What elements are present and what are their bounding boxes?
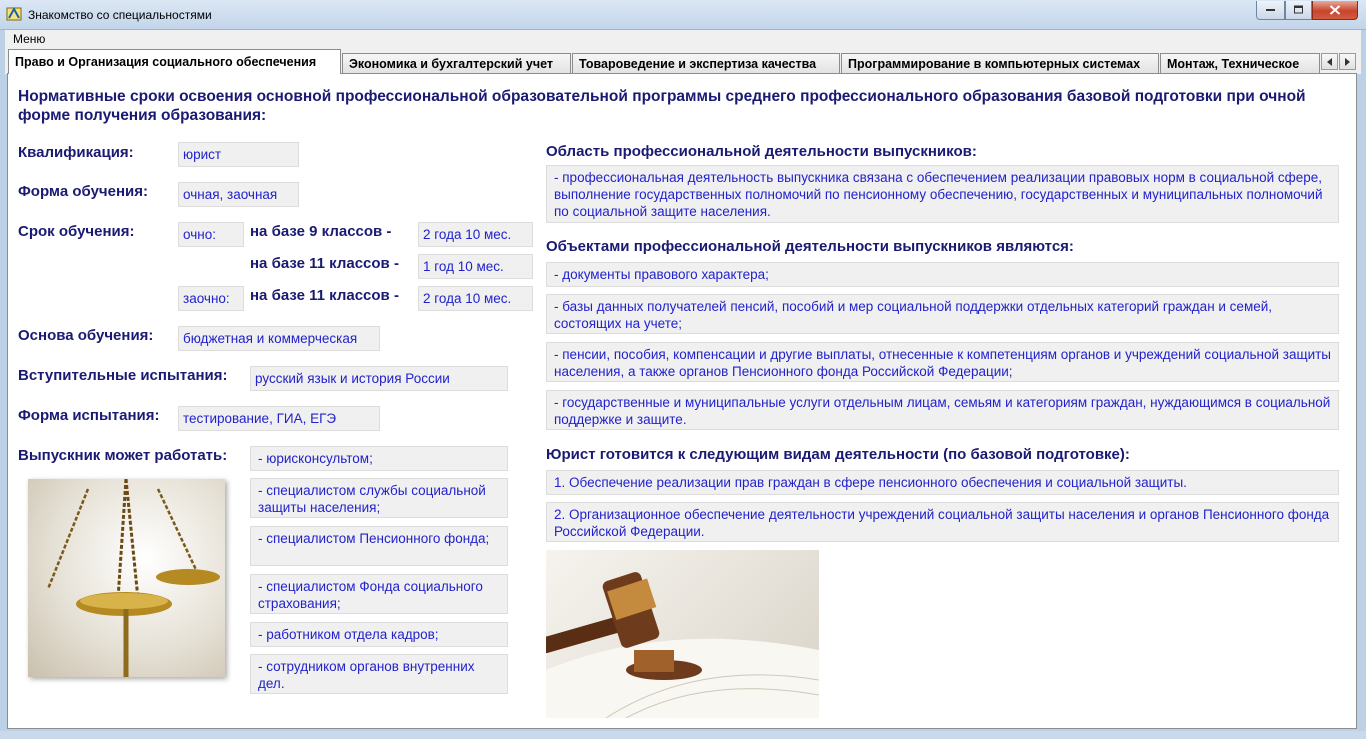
title-bar: Знакомство со специальностями [0, 0, 1366, 30]
tab-strip: Право и Организация социального обеспече… [5, 48, 1361, 74]
maximize-button[interactable] [1285, 1, 1312, 20]
menu-item-main[interactable]: Меню [13, 32, 45, 46]
study-form-label: Форма обучения: [18, 183, 148, 200]
gavel-image [546, 550, 819, 718]
tab-installation[interactable]: Монтаж, Техническое [1160, 53, 1320, 73]
status-bar [0, 731, 1366, 739]
scales-illustration [46, 479, 220, 677]
tab-merchandising[interactable]: Товароведение и экспертиза качества [572, 53, 840, 73]
activity-types-title: Юрист готовится к следующим видам деятел… [546, 446, 1130, 463]
activity-area-title: Область профессиональной деятельности вы… [546, 143, 977, 160]
job-item: - специалистом Фонда социального страхов… [250, 574, 508, 614]
entrance-exams-label: Вступительные испытания: [18, 367, 228, 384]
job-item: - специалистом службы социальной защиты … [250, 478, 508, 518]
exam-form-label: Форма испытания: [18, 407, 160, 424]
close-icon [1329, 5, 1341, 15]
study-basis-label: Основа обучения: [18, 327, 154, 344]
job-item: - сотрудником органов внутренних дел. [250, 654, 508, 694]
term-value-2: 1 год 10 мес. [418, 254, 533, 279]
graduate-jobs-label: Выпускник может работать: [18, 447, 228, 464]
menu-bar: Меню [5, 30, 1361, 48]
activity-objects-title: Объектами профессиональной деятельности … [546, 238, 1074, 255]
gavel-illustration [546, 572, 819, 718]
qualification-label: Квалификация: [18, 144, 134, 161]
activity-object-item: - документы правового характера; [546, 262, 1339, 287]
study-form-value: очная, заочная [178, 182, 299, 207]
page-heading: Нормативные сроки освоения основной проф… [18, 88, 1306, 124]
job-item: - юрисконсультом; [250, 446, 508, 471]
job-item: - работником отдела кадров; [250, 622, 508, 647]
term-basis-2: на базе 11 классов - [250, 255, 399, 272]
job-item: - специалистом Пенсионного фонда; [250, 526, 508, 566]
close-button[interactable] [1312, 1, 1358, 20]
activity-object-item: - государственные и муниципальные услуги… [546, 390, 1339, 430]
term-basis-3: на базе 11 классов - [250, 287, 399, 304]
study-basis-value: бюджетная и коммерческая [178, 326, 380, 351]
activity-type-item: 1. Обеспечение реализации прав граждан в… [546, 470, 1339, 495]
minimize-icon [1265, 9, 1275, 11]
tab-content-panel: Нормативные сроки освоения основной проф… [7, 73, 1357, 729]
full-time-label: очно: [178, 222, 244, 247]
arrow-right-icon [1345, 58, 1350, 66]
minimize-button[interactable] [1256, 1, 1285, 20]
activity-type-item: 2. Организационное обеспечение деятельно… [546, 502, 1339, 542]
app-icon [6, 6, 22, 21]
study-term-label: Срок обучения: [18, 223, 135, 240]
tab-programming[interactable]: Программирование в компьютерных системах [841, 53, 1159, 73]
exam-form-value: тестирование, ГИА, ЕГЭ [178, 406, 380, 431]
entrance-exams-value: русский язык и история России [250, 366, 508, 391]
qualification-value: юрист [178, 142, 299, 167]
scales-image [28, 479, 225, 677]
term-basis-1: на базе 9 классов - [250, 223, 392, 240]
term-value-1: 2 года 10 мес. [418, 222, 533, 247]
term-value-3: 2 года 10 мес. [418, 286, 533, 311]
tab-economics[interactable]: Экономика и бухгалтерский учет [342, 53, 571, 73]
activity-object-item: - пенсии, пособия, компенсации и другие … [546, 342, 1339, 382]
tab-scroll-left-button[interactable] [1321, 53, 1338, 70]
tab-scroll-right-button[interactable] [1339, 53, 1356, 70]
part-time-label: заочно: [178, 286, 244, 311]
tab-law[interactable]: Право и Организация социального обеспече… [8, 49, 341, 74]
maximize-icon [1293, 5, 1303, 14]
window-title: Знакомство со специальностями [28, 8, 212, 22]
arrow-left-icon [1327, 58, 1332, 66]
activity-area-text: - профессиональная деятельность выпускни… [546, 165, 1339, 223]
activity-object-item: - базы данных получателей пенсий, пособи… [546, 294, 1339, 334]
